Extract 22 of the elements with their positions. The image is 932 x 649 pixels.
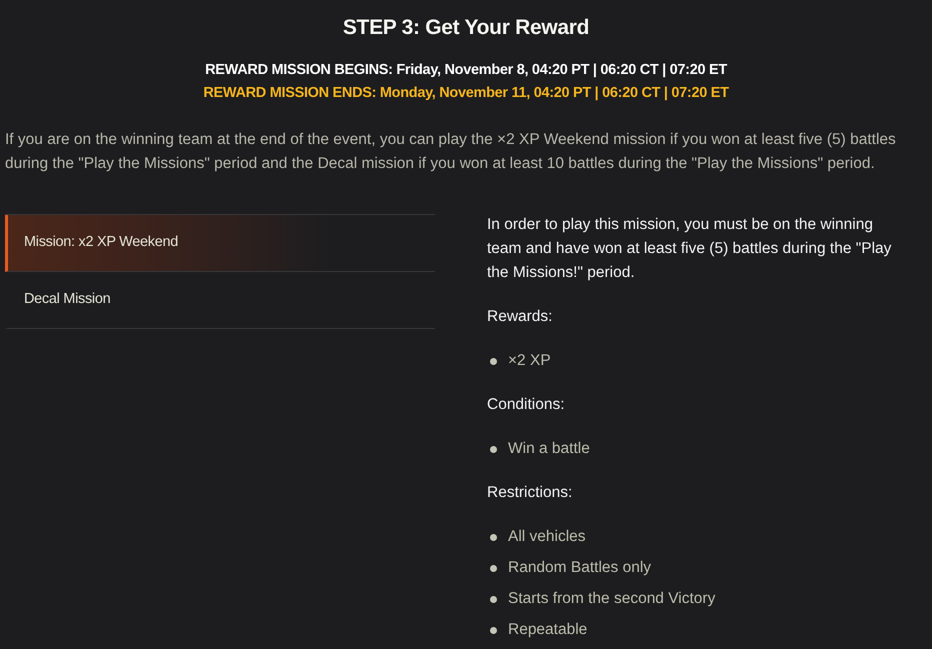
bullet-icon [490, 596, 497, 602]
section-heading: Rewards: [487, 307, 554, 327]
bullet-icon [490, 446, 497, 452]
mission-description: In order to play this mission, you must be on the winning team and have won at least five (5) battles during the "Play the Missions!" period. [487, 215, 892, 283]
section-heading: Conditions: [487, 395, 566, 415]
list-item-text: Win a battle [508, 439, 590, 459]
mission-tab[interactable]: Decal Mission [5, 272, 435, 329]
schedule-line: REWARD MISSION BEGINS: Friday, November 8, 04:20 PT | 06:20 CT | 07:20 ET [204, 61, 728, 80]
bullet-icon [490, 626, 497, 634]
intro-paragraph: If you are on the winning team at the end of the event, you can play the ×2 XP Weekend mission if you won at least five (5) battles during the "Play the Missions" period and the Decal mission if you won at least 10 battles during the "Play the Missions" period. [5, 130, 897, 174]
page-title: STEP 3: Get Your Reward [342, 15, 590, 41]
bullet-icon [490, 358, 497, 364]
list-item-text: ×2 XP [508, 351, 551, 371]
schedule-line: REWARD MISSION ENDS: Monday, November 11, 04:20 PT | 06:20 CT | 07:20 ET [202, 84, 730, 103]
mission-tab[interactable]: Mission: x2 XP Weekend [5, 215, 435, 272]
list-item-text: Random Battles only [508, 558, 652, 578]
bullet-icon [490, 564, 497, 572]
list-item-text: All vehicles [508, 527, 586, 547]
list-item-text: Repeatable [508, 620, 588, 640]
list-item-text: Starts from the second Victory [508, 589, 716, 609]
section-heading: Restrictions: [487, 483, 574, 503]
bullet-icon [490, 534, 497, 540]
